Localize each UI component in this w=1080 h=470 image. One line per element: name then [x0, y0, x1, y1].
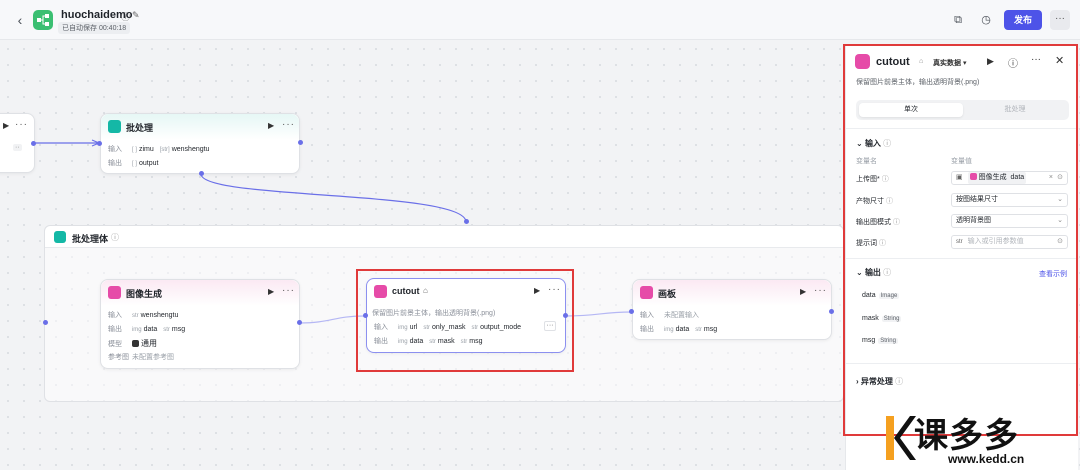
output-row: 输出 img data str msg: [108, 326, 186, 333]
input-row: 输入 未配置输入: [640, 312, 699, 319]
body-handle[interactable]: [199, 171, 204, 176]
run-icon[interactable]: ▶: [800, 287, 806, 296]
image-gen-node[interactable]: 图像生成 ▶ ··· 输入 str wenshengtu 输出 img data s…: [100, 279, 300, 369]
batch-icon: [108, 120, 121, 133]
more-icon[interactable]: ···: [814, 285, 827, 296]
watermark: 课多多 www.kedd.cn: [878, 408, 1078, 468]
output-row: 输出 img data str msg: [640, 326, 718, 333]
run-icon[interactable]: ▶: [268, 287, 274, 296]
output-row: 输出 [ ] output: [108, 160, 159, 167]
group-input-handle[interactable]: [43, 320, 48, 325]
model-row: 模型 通用: [108, 339, 157, 348]
output-var: ··: [13, 144, 22, 151]
run-icon[interactable]: ▶: [3, 121, 9, 130]
more-icon[interactable]: ···: [282, 119, 295, 130]
info-icon[interactable]: ⓘ: [111, 232, 119, 243]
output-handle[interactable]: [298, 140, 303, 145]
highlight-box: [843, 44, 1078, 436]
output-handle[interactable]: [31, 141, 36, 146]
output-handle[interactable]: [829, 309, 834, 314]
batch-icon: [54, 231, 66, 243]
node-title: 图像生成: [126, 289, 163, 299]
batch-node[interactable]: 批处理 ▶ ··· 输入 [ ] zimu [str] wenshengtu 输出 …: [100, 113, 300, 174]
watermark-url: www.kedd.cn: [948, 452, 1025, 466]
group-handle[interactable]: [464, 219, 469, 224]
canvas-board-node[interactable]: 画板 ▶ ··· 输入 未配置输入 输出 img data str msg: [632, 279, 832, 340]
more-icon[interactable]: ···: [282, 285, 295, 296]
watermark-text: 课多多: [914, 417, 1019, 455]
input-row: 输入 [ ] zimu [str] wenshengtu: [108, 146, 210, 153]
run-icon[interactable]: ▶: [268, 121, 274, 130]
node-title: 画板: [658, 289, 677, 299]
more-icon[interactable]: ···: [15, 119, 28, 130]
group-header: 批处理体 ⓘ: [45, 226, 843, 248]
kedd-logo-icon: [886, 416, 916, 460]
highlight-box: [356, 269, 574, 372]
node-title: 批处理: [126, 123, 154, 133]
image-icon: [108, 286, 121, 299]
group-title: 批处理体: [72, 234, 109, 244]
output-handle[interactable]: [297, 320, 302, 325]
partial-node[interactable]: ▶ ··· ··: [0, 113, 35, 173]
board-icon: [640, 286, 653, 299]
input-handle[interactable]: [97, 141, 102, 146]
input-row: 输入 str wenshengtu: [108, 312, 179, 319]
ref-row: 参考图 未配置参考图: [108, 354, 174, 361]
input-handle[interactable]: [629, 309, 634, 314]
